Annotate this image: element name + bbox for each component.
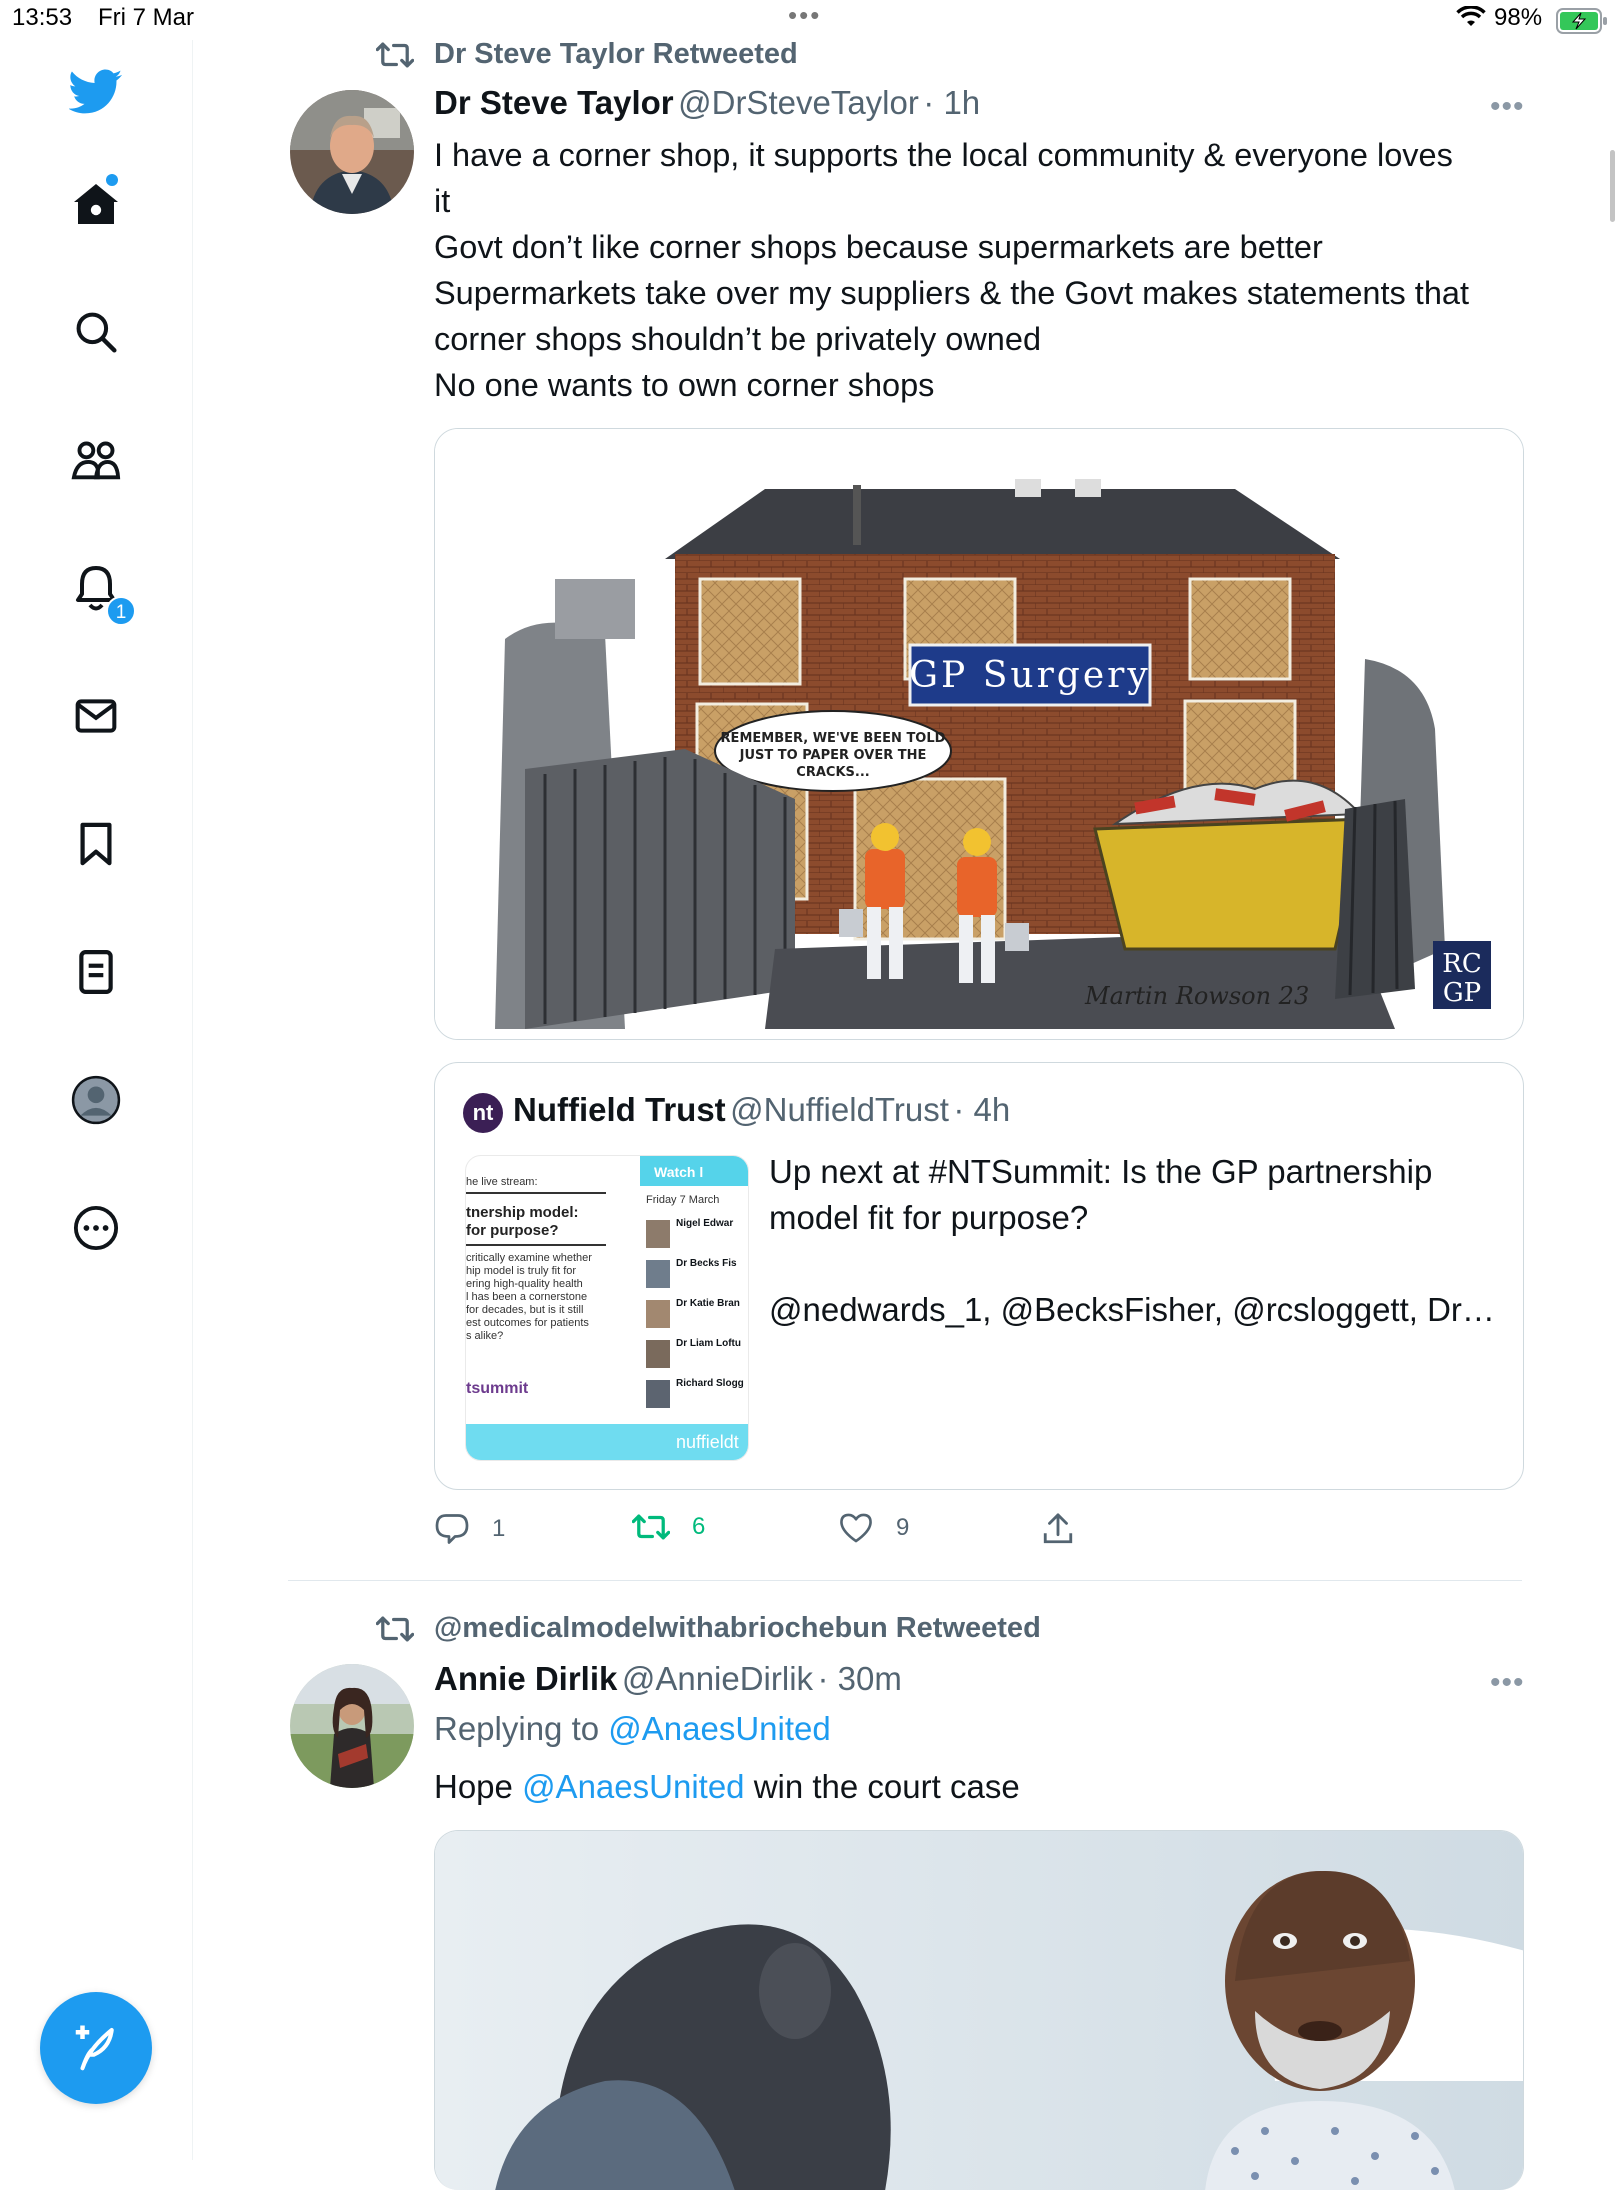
- quoted-tweet-thumbnail: Watch l he live stream: tnership model: …: [465, 1155, 749, 1461]
- twitter-bird-icon[interactable]: [68, 64, 124, 120]
- tweet-text-line: I have a corner shop, it supports the lo…: [434, 137, 1453, 173]
- author-handle[interactable]: @AnnieDirlik: [622, 1660, 813, 1697]
- profile-icon[interactable]: [68, 1072, 124, 1128]
- retweeted-by-label[interactable]: @medicalmodelwithabriochebun Retweeted: [434, 1612, 1041, 1645]
- status-bar: 13:53 Fri 7 Mar ••• 98%: [0, 0, 1620, 40]
- thumb-brand: nuffieldt: [676, 1432, 739, 1452]
- more-circle-icon[interactable]: [68, 1200, 124, 1256]
- quoted-tweet-text: Up next at #NTSummit: Is the GP partners…: [769, 1153, 1495, 1328]
- wifi-icon: [1456, 6, 1486, 26]
- thumb-description: critically examine whether hip model is t…: [466, 1252, 592, 1342]
- nuffield-logo-icon: nt: [463, 1093, 503, 1133]
- quoted-author-handle: @NuffieldTrust: [730, 1091, 949, 1128]
- retweet-button[interactable]: 6: [632, 1512, 705, 1542]
- thumb-title-1: tnership model:: [466, 1204, 579, 1221]
- quoted-tweet-time: · 4h: [953, 1091, 1011, 1128]
- svg-text:JUST TO PAPER OVER THE: JUST TO PAPER OVER THE: [739, 748, 927, 763]
- retweet-icon: [632, 1514, 670, 1540]
- replying-to: Replying to @AnaesUnited: [434, 1710, 831, 1748]
- tweet-time[interactable]: · 30m: [818, 1660, 902, 1697]
- lists-icon[interactable]: [68, 944, 124, 1000]
- retweet-icon: [376, 1616, 414, 1642]
- thumb-title-2: for purpose?: [466, 1222, 559, 1239]
- tweet-header: Annie Dirlik @AnnieDirlik · 30m: [434, 1660, 902, 1698]
- battery-percent: 98%: [1494, 4, 1543, 31]
- tweet-text-line: Govt don’t like corner shops because sup…: [434, 229, 1323, 265]
- rcgp-logo-top: RC: [1442, 949, 1481, 979]
- status-time: 13:53: [12, 4, 73, 31]
- replying-to-link[interactable]: @AnaesUnited: [608, 1710, 830, 1747]
- reply-icon: [435, 1514, 469, 1544]
- thumb-hashtag: tsummit: [466, 1380, 529, 1397]
- compose-tweet-button[interactable]: [40, 1992, 152, 2104]
- status-date: Fri 7 Mar: [98, 4, 194, 31]
- reply-count: 1: [492, 1515, 506, 1542]
- retweeted-by-label[interactable]: Dr Steve Taylor Retweeted: [434, 38, 798, 71]
- thumb-speakers: Nigel Edwar Dr Becks Fis Dr Katie Bran D…: [646, 1216, 748, 1416]
- rcgp-logo-bottom: GP: [1443, 978, 1481, 1008]
- like-count: 9: [896, 1514, 910, 1541]
- cartoon-signature: Martin Rowson 23: [1084, 982, 1309, 1010]
- author-name[interactable]: Annie Dirlik: [434, 1660, 617, 1697]
- tweet-text-line: Supermarkets take over my suppliers & th…: [434, 275, 1470, 311]
- tweet-text: I have a corner shop, it supports the lo…: [434, 132, 1524, 408]
- heart-icon: [840, 1513, 872, 1543]
- tweet-text-line: it: [434, 183, 451, 219]
- svg-text:REMEMBER, WE'VE BEEN TOLD: REMEMBER, WE'VE BEEN TOLD: [721, 731, 946, 746]
- share-icon: [1043, 1513, 1073, 1544]
- multitasking-dots-icon[interactable]: •••: [788, 0, 821, 31]
- retweet-count: 6: [692, 1513, 706, 1540]
- more-options-icon[interactable]: •••: [1490, 1666, 1525, 1700]
- replying-to-label: Replying to: [434, 1710, 600, 1747]
- sidebar-nav: 1: [0, 40, 193, 2160]
- tweet-text-line: corner shops shouldn’t be privately owne…: [434, 321, 1042, 357]
- share-button[interactable]: [1042, 1512, 1074, 1546]
- thumb-live-label: he live stream:: [466, 1176, 538, 1188]
- quoted-tweet-header: Nuffield Trust @NuffieldTrust · 4h: [513, 1091, 1010, 1129]
- thumb-date: Friday 7 March: [646, 1194, 720, 1206]
- tweet-image-cartoon[interactable]: GP Surgery REMEMBER, WE'VE BEEN TOLD JUS…: [434, 428, 1524, 1040]
- svg-text:CRACKS...: CRACKS...: [796, 765, 869, 780]
- home-unread-dot: [106, 174, 118, 186]
- notifications-badge: 1: [106, 596, 136, 626]
- quoted-tweet[interactable]: nt Nuffield Trust @NuffieldTrust · 4h Wa…: [434, 1062, 1524, 1490]
- messages-envelope-icon[interactable]: [68, 688, 124, 744]
- tweet-header: Dr Steve Taylor @DrSteveTaylor · 1h: [434, 84, 980, 122]
- tweet-text: Hope @AnaesUnited win the court case: [434, 1768, 1020, 1806]
- battery-charging-icon: [1556, 8, 1607, 34]
- retweet-icon: [376, 42, 414, 68]
- compose-feather-icon: [75, 2025, 114, 2071]
- tweet-text-line: No one wants to own corner shops: [434, 367, 935, 403]
- avatar[interactable]: [290, 90, 414, 214]
- tweet-text-suffix: win the court case: [753, 1768, 1020, 1805]
- more-options-icon[interactable]: •••: [1490, 90, 1525, 124]
- bookmark-icon[interactable]: [68, 816, 124, 872]
- mention-link[interactable]: @AnaesUnited: [522, 1768, 744, 1805]
- watch-live-label: Watch l: [640, 1156, 748, 1186]
- author-name[interactable]: Dr Steve Taylor: [434, 84, 674, 121]
- like-button[interactable]: 9: [838, 1512, 909, 1544]
- tweet-divider: [288, 1580, 1522, 1581]
- author-handle[interactable]: @DrSteveTaylor: [678, 84, 919, 121]
- quoted-author-name: Nuffield Trust: [513, 1091, 726, 1128]
- tweet-text-prefix: Hope: [434, 1768, 513, 1805]
- tweet-time[interactable]: · 1h: [923, 84, 980, 121]
- scrollbar[interactable]: [1610, 150, 1615, 222]
- avatar[interactable]: [290, 1664, 414, 1788]
- communities-icon[interactable]: [68, 432, 124, 488]
- tweet-image-photo[interactable]: [434, 1830, 1524, 2190]
- cartoon-sign-text: GP Surgery: [909, 655, 1150, 696]
- reply-button[interactable]: 1: [434, 1512, 505, 1546]
- search-icon[interactable]: [68, 304, 124, 360]
